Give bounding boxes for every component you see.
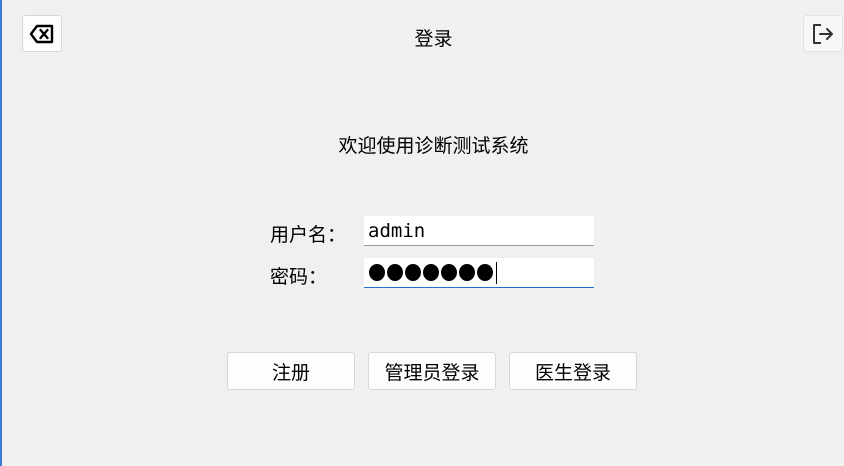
password-label: 密码： [270, 266, 328, 288]
password-mask-dot [369, 264, 385, 281]
password-mask-dot [441, 264, 457, 281]
page-title: 登录 [414, 28, 453, 50]
password-field[interactable] [364, 258, 594, 288]
username-label: 用户名： [270, 224, 347, 246]
password-mask-dot [459, 264, 475, 281]
text-caret [496, 261, 497, 284]
password-mask-dot [387, 264, 403, 281]
register-button[interactable]: 注册 [227, 352, 355, 390]
password-mask-dot [423, 264, 439, 281]
admin-login-button[interactable]: 管理员登录 [368, 352, 496, 390]
password-mask-dot [405, 264, 421, 281]
password-mask-dot [477, 264, 493, 281]
window-left-edge [0, 0, 2, 466]
doctor-login-button[interactable]: 医生登录 [509, 352, 637, 390]
logout-icon [812, 23, 834, 45]
username-field[interactable] [364, 216, 594, 246]
logout-button[interactable] [803, 15, 843, 52]
welcome-message: 欢迎使用诊断测试系统 [338, 135, 529, 157]
